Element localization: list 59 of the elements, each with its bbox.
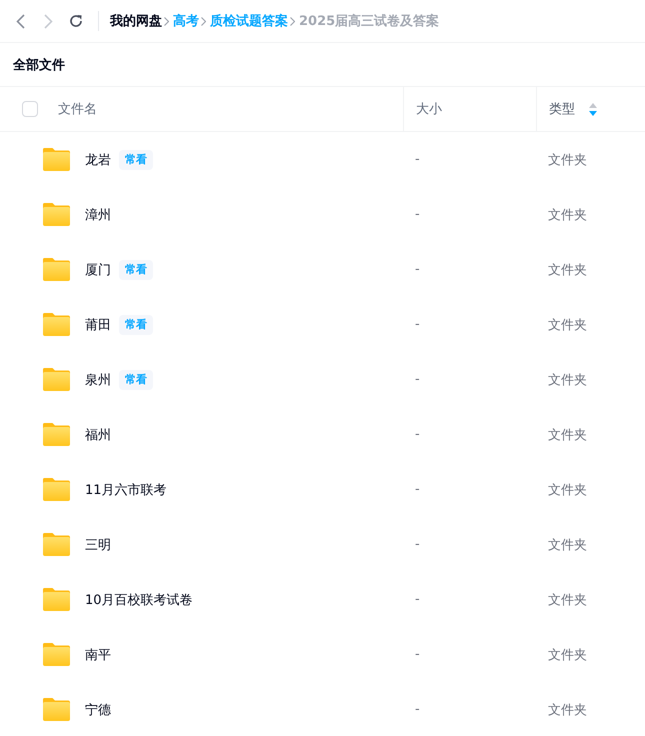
- chevron-icon: [164, 16, 169, 26]
- size-cell: -: [415, 262, 420, 277]
- folder-icon: [43, 478, 70, 501]
- type-cell-text: 文件夹: [548, 702, 587, 718]
- type-cell-text: 文件夹: [548, 152, 587, 168]
- size-cell: -: [415, 482, 420, 497]
- folder-name[interactable]: 厦门: [85, 260, 111, 278]
- folder-name[interactable]: 三明: [85, 536, 111, 554]
- chevron-icon: [201, 16, 206, 26]
- size-cell: -: [415, 372, 420, 387]
- size-cell: -: [415, 702, 420, 717]
- section-title: 全部文件: [0, 43, 645, 87]
- folder-name[interactable]: 漳州: [85, 206, 111, 224]
- folder-icon: [43, 148, 70, 171]
- column-header[interactable]: 文件名: [58, 100, 97, 118]
- type-cell-text: 文件夹: [548, 646, 587, 664]
- folder-name[interactable]: 11月六市联考: [85, 480, 167, 498]
- folder-name[interactable]: 泉州: [85, 370, 111, 388]
- size-cell: -: [415, 537, 420, 552]
- sort-icon[interactable]: [589, 102, 597, 116]
- size-cell: -: [415, 427, 420, 442]
- type-cell-text: 文件夹: [548, 206, 587, 224]
- folder-name[interactable]: 龙岩: [85, 150, 111, 168]
- size-cell: -: [415, 647, 420, 662]
- folder-icon: [43, 423, 70, 446]
- size-cell: -: [415, 592, 420, 607]
- frequent-tag: 常看: [119, 314, 153, 334]
- frequent-tag: 常看: [119, 370, 153, 390]
- folder-icon: [43, 313, 70, 336]
- breadcrumb-current: 2025届高三试卷及答案: [299, 12, 440, 30]
- folder-name[interactable]: 莆田: [85, 316, 111, 334]
- type-cell-text: 文件夹: [548, 536, 587, 554]
- folder-icon: [43, 368, 70, 391]
- folder-icon: [43, 588, 70, 611]
- folder-name[interactable]: 福州: [85, 426, 111, 444]
- type-cell-text: 文件夹: [548, 262, 587, 278]
- folder-icon: [43, 698, 70, 721]
- frequent-tag: 常看: [119, 260, 153, 280]
- size-cell: -: [415, 207, 420, 222]
- column-header[interactable]: 类型: [549, 100, 575, 118]
- folder-icon: [43, 643, 70, 666]
- size-cell: -: [415, 152, 420, 167]
- folder-icon: [43, 533, 70, 556]
- column-header[interactable]: 大小: [416, 100, 442, 118]
- folder-icon: [43, 203, 70, 226]
- type-cell-text: 文件夹: [548, 592, 587, 608]
- folder-name[interactable]: 宁德: [85, 700, 111, 718]
- folder-name[interactable]: 南平: [85, 646, 111, 664]
- chevron-icon: [290, 16, 295, 26]
- type-cell-text: 文件夹: [548, 316, 587, 334]
- folder-name[interactable]: 10月百校联考试卷: [85, 590, 193, 608]
- type-cell-text: 文件夹: [548, 372, 587, 388]
- select-all-checkbox[interactable]: [22, 101, 38, 117]
- size-cell: -: [415, 317, 420, 332]
- type-cell-text: 文件夹: [548, 426, 587, 444]
- frequent-tag: 常看: [119, 150, 153, 170]
- type-cell-text: 文件夹: [548, 482, 587, 498]
- folder-icon: [43, 258, 70, 281]
- breadcrumb-link[interactable]: 我的网盘: [110, 12, 162, 30]
